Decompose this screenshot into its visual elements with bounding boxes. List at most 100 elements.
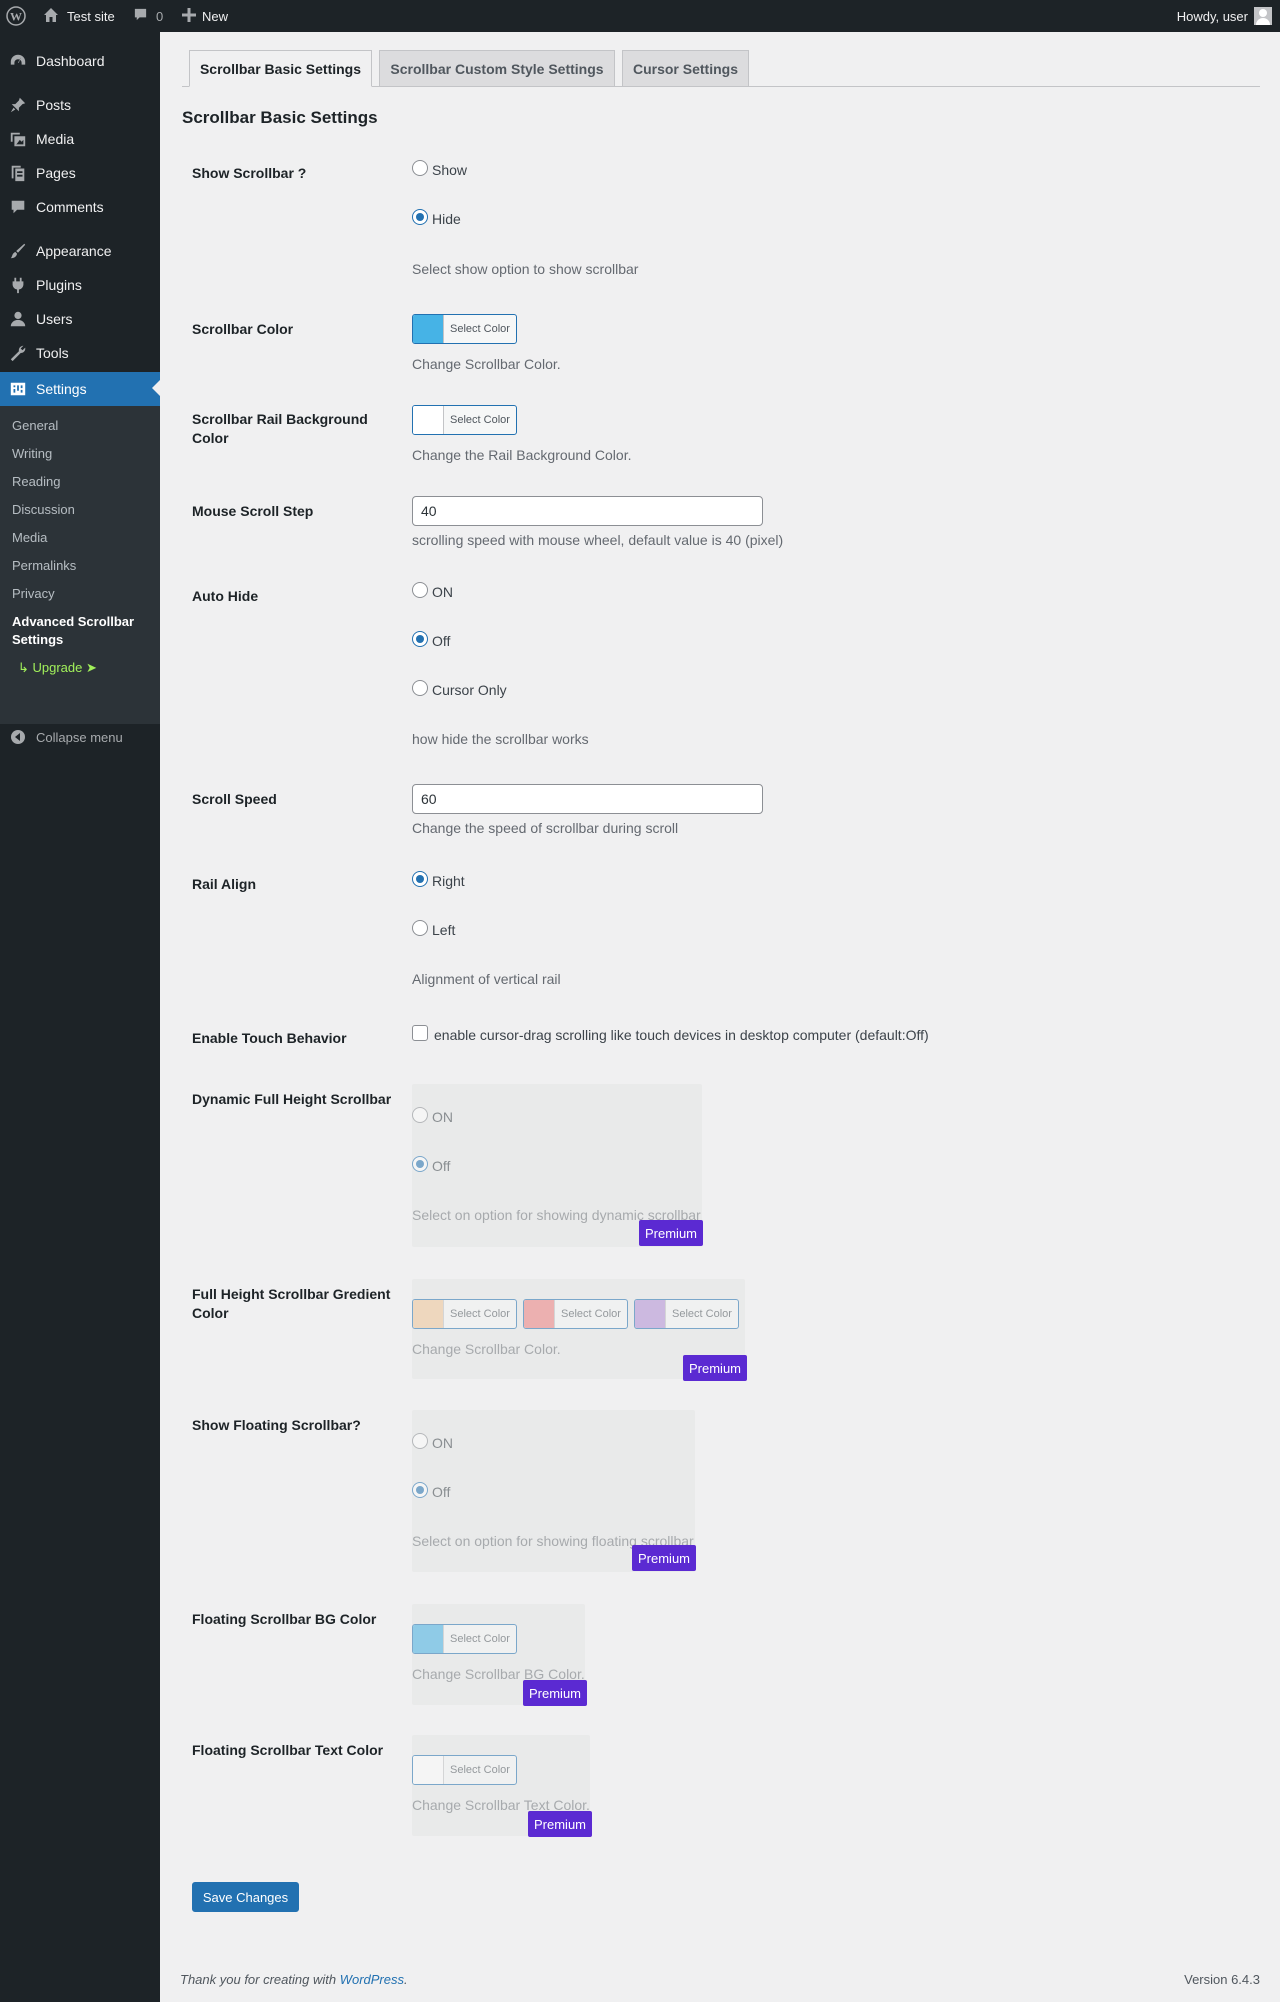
submenu-reading[interactable]: Reading xyxy=(12,474,60,489)
footer-version: Version 6.4.3 xyxy=(1184,1972,1260,1987)
submenu-writing[interactable]: Writing xyxy=(12,446,52,461)
rail-align-left-option[interactable]: Left xyxy=(412,920,455,938)
radio-on[interactable] xyxy=(412,582,428,598)
sidebar-item-label: Tools xyxy=(36,345,69,361)
premium-badge[interactable]: Premium xyxy=(528,1811,593,1837)
sidebar-item-label: Appearance xyxy=(36,243,112,259)
premium-badge[interactable]: Premium xyxy=(523,1680,588,1706)
plus-icon xyxy=(182,7,196,25)
floating-off-option[interactable]: Off xyxy=(412,1482,451,1500)
show-radio-option[interactable]: Show xyxy=(412,160,467,178)
tab-cursor-settings[interactable]: Cursor Settings xyxy=(622,50,749,87)
scroll-speed-input[interactable] xyxy=(412,784,763,814)
sidebar-item-label: Comments xyxy=(36,199,104,215)
premium-badge[interactable]: Premium xyxy=(639,1220,704,1246)
dynamic-full-on-option[interactable]: ON xyxy=(412,1107,453,1125)
admin-bar: W Test site 0 New Howdy, user xyxy=(0,0,1280,32)
section-heading: Scrollbar Basic Settings xyxy=(182,108,378,127)
new-content-link[interactable]: New xyxy=(182,0,228,32)
touch-behavior-option[interactable]: enable cursor-drag scrolling like touch … xyxy=(412,1025,929,1043)
collapse-menu-button[interactable]: Collapse menu xyxy=(0,720,160,754)
sidebar-item-appearance[interactable]: Appearance xyxy=(0,234,160,268)
color-swatch xyxy=(635,1300,666,1328)
radio-label: Right xyxy=(432,873,465,889)
mouse-step-input[interactable] xyxy=(412,496,763,526)
site-name: Test site xyxy=(67,8,115,24)
radio-label: Off xyxy=(432,1484,451,1500)
submenu-permalinks[interactable]: Permalinks xyxy=(12,558,76,573)
color-swatch xyxy=(413,1756,444,1784)
radio-cursor-only[interactable] xyxy=(412,680,428,696)
radio-off[interactable] xyxy=(412,631,428,647)
auto-hide-off-option[interactable]: Off xyxy=(412,631,451,649)
gradient-color-picker-3[interactable]: Select Color xyxy=(634,1299,739,1329)
touch-behavior-checkbox[interactable] xyxy=(412,1025,428,1041)
radio-label: ON xyxy=(432,1435,453,1451)
sidebar-item-label: Pages xyxy=(36,165,76,181)
sidebar-item-plugins[interactable]: Plugins xyxy=(0,268,160,302)
color-swatch xyxy=(413,406,444,434)
save-changes-button[interactable]: Save Changes xyxy=(192,1882,299,1912)
auto-hide-cursor-option[interactable]: Cursor Only xyxy=(412,680,507,698)
radio-show[interactable] xyxy=(412,160,428,176)
radio-right[interactable] xyxy=(412,871,428,887)
sidebar-item-posts[interactable]: Posts xyxy=(0,88,160,122)
scrollbar-color-picker[interactable]: Select Color xyxy=(412,314,517,344)
wordpress-link[interactable]: WordPress xyxy=(340,1972,404,1987)
select-color-label: Select Color xyxy=(450,1633,510,1645)
wordpress-logo-icon[interactable]: W xyxy=(6,0,26,32)
comments-link[interactable]: 0 xyxy=(133,0,163,32)
account-menu[interactable]: Howdy, user xyxy=(1177,0,1272,32)
floating-scrollbar-label: Show Floating Scrollbar? xyxy=(192,1417,361,1433)
floating-text-color-picker[interactable]: Select Color xyxy=(412,1755,517,1785)
radio-on[interactable] xyxy=(412,1107,428,1123)
auto-hide-on-option[interactable]: ON xyxy=(412,582,453,600)
submenu-discussion[interactable]: Discussion xyxy=(12,502,75,517)
rail-align-desc: Alignment of vertical rail xyxy=(412,971,561,987)
settings-submenu: General Writing Reading Discussion Media… xyxy=(0,406,160,724)
rail-bg-desc: Change the Rail Background Color. xyxy=(412,447,632,463)
radio-off[interactable] xyxy=(412,1156,428,1172)
radio-on[interactable] xyxy=(412,1433,428,1449)
tab-basic-settings[interactable]: Scrollbar Basic Settings xyxy=(189,50,372,87)
tab-custom-style[interactable]: Scrollbar Custom Style Settings xyxy=(379,50,615,87)
hide-radio-option[interactable]: Hide xyxy=(412,209,461,227)
submenu-privacy[interactable]: Privacy xyxy=(12,586,55,601)
radio-label: Off xyxy=(432,1158,451,1174)
sidebar-item-dashboard[interactable]: Dashboard xyxy=(0,44,160,78)
rail-align-right-option[interactable]: Right xyxy=(412,871,465,889)
select-color-label: Select Color xyxy=(450,1308,510,1320)
submenu-general[interactable]: General xyxy=(12,418,58,433)
avatar xyxy=(1254,7,1272,25)
sidebar-item-tools[interactable]: Tools xyxy=(0,336,160,370)
site-name-link[interactable]: Test site xyxy=(43,0,115,32)
radio-label: Off xyxy=(432,633,451,649)
svg-text:W: W xyxy=(10,10,22,24)
radio-hide[interactable] xyxy=(412,209,428,225)
comment-icon xyxy=(133,7,148,25)
gradient-color-picker-1[interactable]: Select Color xyxy=(412,1299,517,1329)
radio-left[interactable] xyxy=(412,920,428,936)
submenu-upgrade[interactable]: ↳ Upgrade ➤ xyxy=(18,660,97,676)
rail-bg-color-picker[interactable]: Select Color xyxy=(412,405,517,435)
floating-on-option[interactable]: ON xyxy=(412,1433,453,1451)
footer-period: . xyxy=(404,1972,408,1987)
submenu-media[interactable]: Media xyxy=(12,530,47,545)
dynamic-full-off-option[interactable]: Off xyxy=(412,1156,451,1174)
premium-badge[interactable]: Premium xyxy=(632,1545,697,1571)
sidebar-item-users[interactable]: Users xyxy=(0,302,160,336)
brush-icon xyxy=(0,242,36,260)
sidebar-item-settings[interactable]: Settings xyxy=(0,372,160,406)
checkbox-label: enable cursor-drag scrolling like touch … xyxy=(434,1027,929,1043)
premium-badge[interactable]: Premium xyxy=(683,1355,748,1381)
comments-count: 0 xyxy=(156,8,164,24)
floating-bg-color-picker[interactable]: Select Color xyxy=(412,1624,517,1654)
radio-off[interactable] xyxy=(412,1482,428,1498)
sidebar-item-comments[interactable]: Comments xyxy=(0,190,160,224)
gradient-color-picker-2[interactable]: Select Color xyxy=(523,1299,628,1329)
show-scrollbar-desc: Select show option to show scrollbar xyxy=(412,261,639,277)
sidebar-item-pages[interactable]: Pages xyxy=(0,156,160,190)
color-swatch xyxy=(524,1300,555,1328)
submenu-advanced-scrollbar[interactable]: Advanced Scrollbar Settings xyxy=(12,613,152,649)
sidebar-item-media[interactable]: Media xyxy=(0,122,160,156)
